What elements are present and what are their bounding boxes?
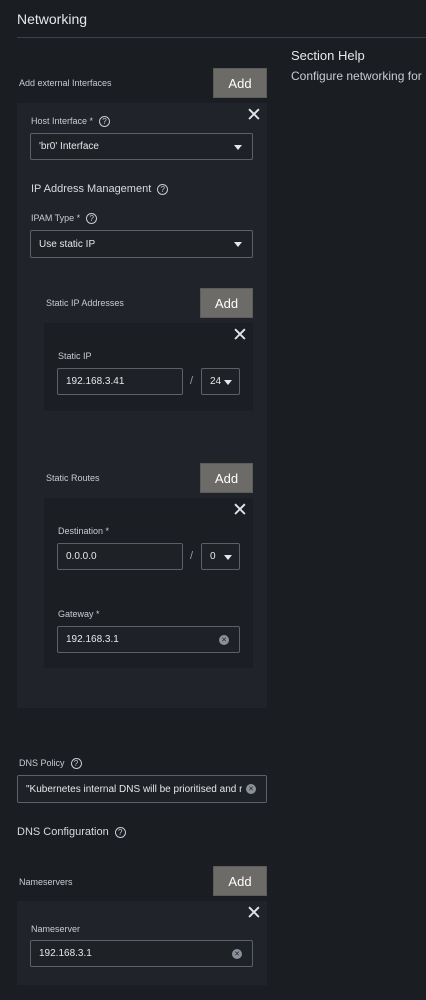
host-interface-select[interactable]: 'br0' Interface	[30, 133, 253, 160]
destination-mask-value: 0	[210, 551, 216, 562]
chevron-down-icon	[224, 554, 232, 560]
host-interface-label: Host Interface *?	[31, 116, 111, 128]
host-interface-value: 'br0' Interface	[39, 141, 99, 152]
static-ip-label: Static IP	[58, 351, 92, 361]
static-ip-mask-value: 24	[210, 376, 222, 387]
ipam-title: IP Address Management?	[31, 183, 169, 195]
gateway-input[interactable]: 192.168.3.1 ✕	[57, 626, 240, 653]
dns-policy-value: "Kubernetes internal DNS will be priorit…	[26, 783, 243, 795]
static-ip-input[interactable]: 192.168.3.41	[57, 368, 183, 395]
cidr-separator: /	[190, 550, 194, 562]
add-static-ip-button[interactable]: Add	[200, 288, 253, 318]
static-ip-addresses-label: Static IP Addresses	[46, 298, 124, 308]
add-nameserver-button[interactable]: Add	[213, 866, 267, 896]
nameserver-value: 192.168.3.1	[39, 948, 92, 959]
help-icon[interactable]: ?	[157, 183, 169, 195]
clear-icon[interactable]: ✕	[219, 634, 229, 645]
add-static-route-button[interactable]: Add	[200, 463, 253, 493]
destination-label: Destination *	[58, 526, 110, 536]
section-help-title: Section Help	[291, 48, 365, 63]
cidr-separator: /	[190, 375, 194, 387]
destination-mask-select[interactable]: 0	[201, 543, 240, 570]
close-icon[interactable]: ✕	[232, 501, 248, 520]
nameserver-input[interactable]: 192.168.3.1 ✕	[30, 940, 253, 967]
dns-configuration-title: DNS Configuration?	[17, 826, 126, 838]
header-divider	[17, 37, 426, 38]
ipam-type-label: IPAM Type *?	[31, 213, 98, 225]
static-ip-card	[44, 323, 253, 411]
clear-icon[interactable]: ✕	[246, 784, 256, 794]
page-title: Networking	[17, 11, 88, 27]
close-icon[interactable]: ✕	[246, 904, 262, 923]
help-icon[interactable]: ?	[99, 116, 111, 128]
ipam-type-value: Use static IP	[39, 238, 96, 250]
nameservers-label: Nameservers	[19, 877, 73, 887]
static-routes-label: Static Routes	[46, 473, 100, 483]
nameserver-label: Nameserver	[31, 924, 81, 934]
gateway-label: Gateway *	[58, 609, 100, 619]
chevron-down-icon	[224, 379, 232, 385]
help-icon[interactable]: ?	[114, 826, 126, 838]
close-icon[interactable]: ✕	[232, 326, 248, 345]
chevron-down-icon	[234, 242, 242, 247]
static-ip-mask-select[interactable]: 24	[201, 368, 240, 395]
gateway-value: 192.168.3.1	[66, 634, 119, 645]
clear-icon[interactable]: ✕	[232, 948, 242, 959]
destination-input[interactable]: 0.0.0.0	[57, 543, 183, 570]
ipam-type-select[interactable]: Use static IP	[30, 230, 253, 258]
dns-policy-select[interactable]: "Kubernetes internal DNS will be priorit…	[17, 775, 267, 803]
add-interface-button[interactable]: Add	[213, 68, 267, 98]
help-icon[interactable]: ?	[86, 213, 98, 225]
dns-policy-label: DNS Policy?	[19, 758, 82, 770]
help-icon[interactable]: ?	[70, 758, 82, 770]
static-ip-value: 192.168.3.41	[66, 376, 125, 387]
chevron-down-icon	[234, 144, 242, 150]
external-interfaces-label: Add external Interfaces	[19, 78, 112, 88]
destination-value: 0.0.0.0	[66, 551, 97, 562]
close-icon[interactable]: ✕	[246, 106, 262, 125]
section-help-text: Configure networking for	[291, 69, 422, 83]
